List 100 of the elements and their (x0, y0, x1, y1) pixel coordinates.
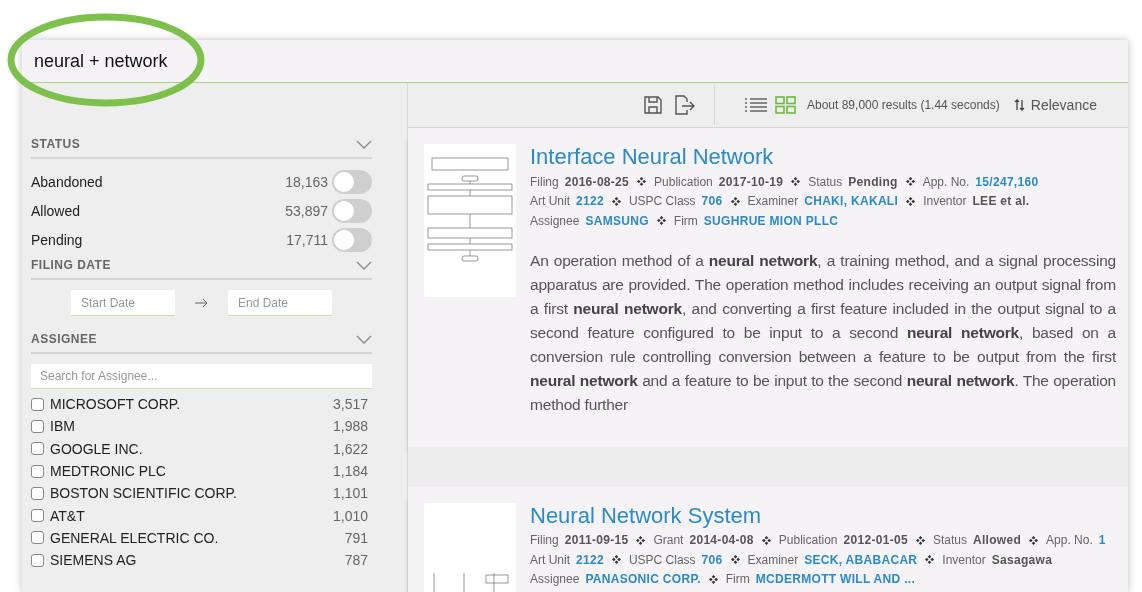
toggle-switch[interactable] (332, 169, 372, 194)
separator-icon (1029, 535, 1039, 545)
separator-icon (611, 196, 621, 206)
export-icon[interactable] (672, 94, 696, 116)
meta-value: LEE et al. (972, 194, 1030, 209)
start-date-field[interactable]: Start Date (71, 290, 175, 316)
status-label: Pending (31, 231, 84, 248)
status-count: 18,163 (285, 173, 328, 190)
meta-link[interactable]: SAMSUNG (585, 213, 649, 228)
assignee-count: 1,988 (332, 418, 368, 435)
end-date-field[interactable]: End Date (228, 290, 332, 316)
checkbox[interactable] (31, 486, 44, 500)
meta-value: 2016-08-25 (564, 174, 630, 189)
meta-label: Inventor (942, 552, 986, 567)
separator-icon (656, 216, 666, 226)
meta-label: Inventor (923, 194, 967, 209)
meta-label: Publication (778, 533, 838, 548)
separator-icon (730, 555, 740, 565)
assignee-label: BOSTON SCIENTIFIC CORP. (50, 485, 238, 502)
assignee-label: SIEMENS AG (50, 552, 138, 569)
chevron-down-icon[interactable] (356, 334, 372, 344)
assignee-label: MEDTRONIC PLC (50, 463, 167, 480)
meta-label: USPC Class (628, 552, 696, 567)
toggle-switch[interactable] (332, 227, 372, 252)
sort-button[interactable]: Relevance (1013, 97, 1097, 113)
checkbox[interactable] (31, 553, 44, 567)
separator-icon (708, 574, 718, 584)
save-icon[interactable] (642, 94, 664, 116)
assignee-count: 1,101 (332, 485, 368, 502)
assignee-label: AT&T (50, 507, 86, 524)
list-view-icon[interactable] (745, 97, 767, 113)
separator-icon (730, 196, 740, 206)
meta-value: Pending (848, 174, 898, 189)
meta-label: Assignee (530, 213, 580, 228)
meta-link[interactable]: 706 (701, 552, 723, 567)
result-title[interactable]: Interface Neural Network (530, 144, 774, 170)
meta-label: Assignee (530, 572, 580, 587)
assignee-count: 1,184 (332, 463, 368, 480)
section-header[interactable]: FILING DATE (31, 254, 372, 280)
meta-link[interactable]: CHAKI, KAKALI (804, 194, 899, 209)
meta-link[interactable]: 1 (1098, 533, 1106, 548)
meta-label: Status (932, 533, 967, 548)
meta-link[interactable]: MCDERMOTT WILL AND ... (755, 572, 916, 587)
separator-icon (905, 177, 915, 187)
status-label: Allowed (31, 202, 82, 219)
toggle-switch[interactable] (332, 198, 372, 223)
assignee-label: GOOGLE INC. (50, 440, 144, 457)
assignee-label: GENERAL ELECTRIC CO. (50, 529, 220, 546)
meta-label: Firm (673, 213, 698, 228)
assignee-count: 3,517 (332, 396, 368, 413)
chevron-down-icon[interactable] (356, 139, 372, 149)
separator-icon (636, 535, 646, 545)
meta-value: Allowed (972, 533, 1022, 548)
separator-icon (611, 555, 621, 565)
checkbox[interactable] (31, 509, 44, 523)
checkbox[interactable] (31, 531, 44, 545)
meta-label: USPC Class (628, 194, 696, 209)
grid-view-icon[interactable] (775, 96, 797, 114)
separator-icon (915, 535, 925, 545)
meta-label: Examiner (747, 194, 799, 209)
meta-label: Filing (530, 533, 559, 548)
chevron-down-icon[interactable] (356, 260, 372, 270)
meta-value: 2012-01-05 (843, 533, 908, 548)
section-header[interactable]: STATUS (31, 133, 372, 159)
meta-label: Examiner (747, 552, 799, 567)
meta-link[interactable]: 2122 (576, 552, 604, 567)
result-abstract: An operation method of a neural network, a training method, and a signal processing apparatus are provided. The operation method includes receiving an output signal from a first neural network, and converting a first feature included in the output signal to a second feature configured to be input to a second neural network, based on a conversion rule controlling conversion between a feature to be output from the first neural network and a feature to be input to the second neural network. The operation method further (530, 250, 1116, 415)
separator-icon (637, 177, 647, 187)
meta-value: 2014-04-08 (689, 533, 754, 548)
section-header[interactable]: ASSIGNEE (31, 328, 372, 354)
meta-link[interactable]: SUGHRUE MION PLLC (703, 213, 839, 228)
meta-link[interactable]: 2122 (576, 194, 604, 209)
assignee-count: 1,010 (332, 507, 368, 524)
meta-label: App. No. (1046, 533, 1093, 548)
checkbox[interactable] (31, 397, 44, 411)
meta-label: App. No. (922, 174, 970, 189)
meta-link[interactable]: 15/247,160 (975, 174, 1039, 189)
separator-icon (925, 555, 935, 565)
checkbox[interactable] (31, 464, 44, 478)
assignee-label: MICROSOFT CORP. (50, 396, 182, 413)
meta-link[interactable]: SECK, ABABACAR (804, 552, 918, 567)
meta-label: Art Unit (530, 552, 570, 567)
assignee-count: 791 (344, 529, 368, 546)
meta-label: Status (808, 174, 843, 189)
status-label: Abandoned (31, 173, 104, 190)
meta-value: 2011-09-15 (564, 533, 629, 548)
checkbox[interactable] (31, 442, 44, 456)
section-title: FILING DATE (31, 258, 111, 272)
meta-value: 2017-10-19 (718, 174, 784, 189)
assignee-search-field[interactable]: Search for Assignee... (31, 364, 372, 389)
section-title: STATUS (31, 137, 81, 151)
meta-label: Grant (653, 533, 684, 548)
assignee-count: 787 (344, 552, 368, 569)
separator-icon (791, 177, 801, 187)
meta-label: Art Unit (530, 194, 570, 209)
checkbox[interactable] (31, 419, 44, 433)
meta-label: Firm (725, 572, 750, 587)
meta-link[interactable]: PANASONIC CORP. (585, 572, 701, 587)
meta-link[interactable]: 706 (701, 194, 723, 209)
result-title[interactable]: Neural Network System (530, 502, 762, 529)
